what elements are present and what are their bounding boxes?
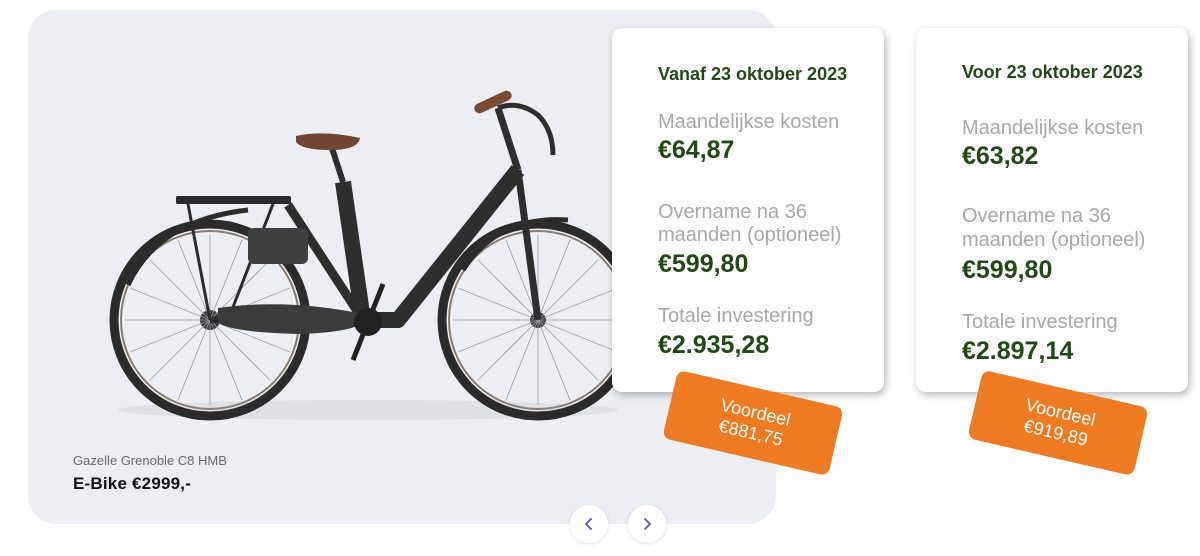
offer-date: Vanaf 23 oktober 2023 [658, 64, 848, 84]
carousel-next-button[interactable] [628, 505, 666, 543]
offer-date: Voor 23 oktober 2023 [962, 62, 1143, 82]
takeover-value: €599,80 [658, 250, 749, 278]
offer-card-from-date: Vanaf 23 oktober 2023 Maandelijkse koste… [612, 28, 884, 392]
chevron-right-icon [644, 518, 651, 530]
monthly-cost-value: €64,87 [658, 136, 735, 164]
total-investment-label: Totale investering [658, 305, 814, 327]
takeover-label-line-2: maanden (optioneel) [658, 224, 842, 246]
carousel-prev-button[interactable] [570, 505, 608, 543]
total-investment-value: €2.935,28 [658, 331, 770, 359]
monthly-cost-label: Maandelijkse kosten [658, 111, 840, 133]
monthly-cost-value: €63,82 [962, 142, 1039, 170]
monthly-cost-label: Maandelijkse kosten [962, 117, 1144, 139]
takeover-label: Overname na 36 [658, 201, 807, 223]
takeover-value: €599,80 [962, 256, 1053, 284]
offer-card-before-date: Voor 23 oktober 2023 Maandelijkse kosten… [916, 28, 1188, 392]
total-investment-value: €2.897,14 [962, 337, 1074, 365]
bike-image [109, 90, 639, 421]
takeover-label-line-2: maanden (optioneel) [962, 229, 1146, 251]
takeover-label: Overname na 36 [962, 205, 1111, 227]
total-investment-label: Totale investering [962, 311, 1118, 333]
product-title: E-Bike €2999,- [73, 474, 192, 493]
product-brand-model: Gazelle Grenoble C8 HMB [73, 453, 227, 468]
chevron-left-icon [585, 518, 592, 530]
